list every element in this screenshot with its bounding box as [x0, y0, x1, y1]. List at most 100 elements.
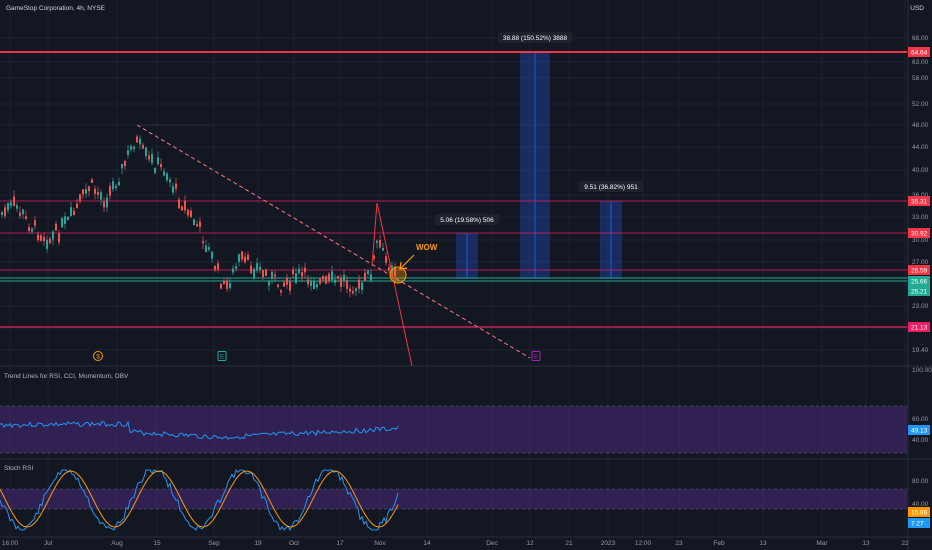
candle-body: [376, 240, 378, 243]
candle-body: [244, 256, 246, 263]
candle-body: [193, 219, 195, 226]
candle-body: [172, 186, 174, 193]
candle-body: [178, 199, 180, 209]
candle-body: [226, 280, 228, 290]
time-tick: 14: [423, 540, 431, 547]
stoch-tick: 80.00: [912, 478, 929, 485]
candle-body: [274, 274, 276, 277]
candle-body: [325, 276, 327, 284]
event-markers: $ E E: [93, 351, 541, 361]
candle-body: [103, 201, 105, 208]
candle-body: [238, 254, 240, 262]
candle-body: [319, 278, 321, 284]
candle-body: [364, 272, 366, 282]
candle-body: [76, 203, 78, 208]
candle-body: [148, 155, 150, 160]
time-tick: 13: [759, 540, 767, 547]
candle-body: [55, 223, 57, 231]
candle-body: [307, 279, 309, 285]
candle-body: [67, 216, 69, 220]
candle-body: [52, 231, 54, 240]
candle-body: [61, 218, 63, 228]
price-tag: 35.31: [911, 199, 928, 206]
range-label: 5.06 (19.58%) 506: [440, 217, 494, 224]
candle-body: [385, 256, 387, 263]
candle-body: [355, 288, 357, 292]
price-tick: 58.00: [912, 75, 929, 82]
candle-body: [157, 157, 159, 165]
rsi-tick: 40.00: [912, 437, 929, 444]
candle-body: [79, 194, 81, 202]
currency-label: USD: [910, 5, 924, 12]
candle-body: [73, 210, 75, 216]
candle-body: [328, 273, 330, 281]
range-label: 9.51 (36.82%) 951: [584, 184, 638, 191]
stoch-tick: 40.00: [912, 501, 929, 508]
price-tick: 40.00: [912, 167, 929, 174]
candle-body: [220, 283, 222, 289]
price-axis[interactable]: 68.0063.0058.0052.0048.0044.0040.0036.00…: [908, 35, 932, 528]
candle-body: [121, 163, 123, 169]
rsi-band: [0, 406, 907, 453]
highlight-circle: [389, 266, 407, 284]
steep-trend-line: [376, 202, 413, 367]
candle-body: [382, 247, 384, 251]
time-tick: 12:00: [635, 540, 652, 547]
time-tick: Mar: [816, 540, 828, 547]
stoch-k-value: 15.86: [911, 510, 928, 517]
time-tick: 2023: [601, 540, 616, 547]
time-axis[interactable]: 16:00 Jul Aug 15 Sep 19 Oct 17 Nov 14 Dec 12 21 2023 1…: [2, 540, 909, 547]
candle-body: [211, 251, 213, 259]
candle-body: [202, 241, 204, 244]
candle-body: [286, 278, 288, 285]
candle-body: [373, 255, 375, 259]
candle-body: [70, 207, 72, 216]
candle-body: [28, 227, 30, 231]
candle-body: [277, 284, 279, 287]
candle-body: [187, 209, 189, 216]
candle-body: [262, 269, 264, 278]
price-tag: 25.21: [911, 289, 928, 296]
time-tick: Nov: [374, 540, 386, 547]
candle-body: [115, 185, 117, 189]
candle-body: [64, 216, 66, 224]
candle-body: [109, 185, 111, 196]
price-tag: 25.66: [911, 279, 928, 286]
candle-body: [181, 206, 183, 211]
price-tag: 30.92: [911, 231, 928, 238]
candle-body: [106, 197, 108, 208]
candle-body: [175, 183, 177, 189]
candle-body: [334, 279, 336, 283]
candle-body: [268, 281, 270, 286]
candle-body: [112, 181, 114, 190]
price-tick: 52.00: [912, 101, 929, 108]
candle-body: [127, 150, 129, 155]
chart-canvas[interactable]: 38.88 (150.52%) 3888 5.06 (19.58%) 506 9.5…: [0, 0, 932, 550]
stoch-d-value: 7.27: [911, 521, 924, 528]
candle-body: [361, 282, 363, 290]
candle-body: [289, 281, 291, 291]
candle-body: [343, 274, 345, 282]
time-tick: 17: [336, 540, 344, 547]
candle-body: [163, 171, 165, 176]
candle-body: [13, 196, 15, 206]
time-tick: 19: [254, 540, 262, 547]
candle-body: [295, 273, 297, 284]
price-tick: 48.00: [912, 122, 929, 129]
candle-body: [82, 189, 84, 195]
candle-body: [145, 147, 147, 157]
candle-body: [256, 263, 258, 271]
price-tick: 19.40: [912, 347, 929, 354]
candle-body: [91, 179, 93, 183]
candle-body: [322, 276, 324, 280]
candle-body: [196, 224, 198, 227]
candle-body: [340, 278, 342, 287]
rsi-panel: [0, 405, 907, 454]
candle-body: [169, 179, 171, 183]
candle-body: [199, 221, 201, 227]
price-tag: 26.59: [911, 268, 928, 275]
rsi-panel-title: Trend Lines for RSI, CCI, Momentum, OBV: [4, 373, 129, 380]
price-tag: 64.64: [911, 50, 928, 57]
candle-body: [49, 238, 51, 244]
time-tick: Feb: [713, 540, 725, 547]
